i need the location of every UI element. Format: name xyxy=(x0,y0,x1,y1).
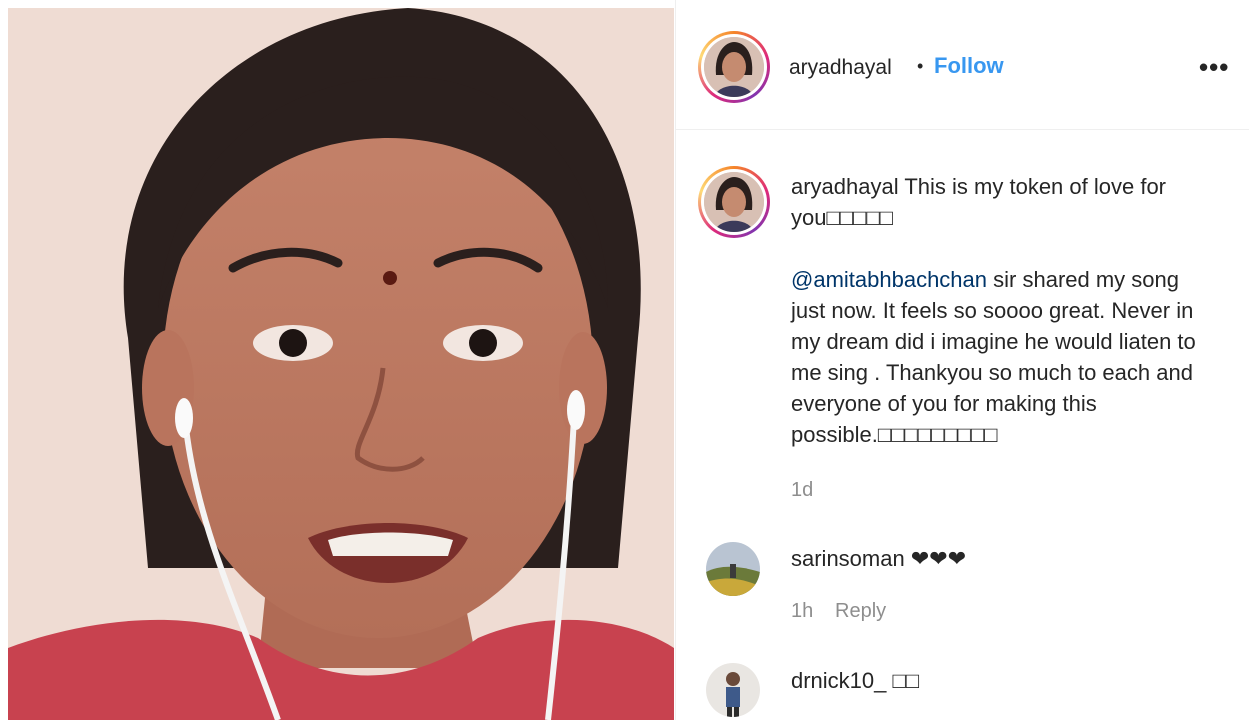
post-photo xyxy=(8,8,674,720)
caption-avatar-image xyxy=(704,172,764,232)
comment-timestamp[interactable]: 1h xyxy=(791,600,813,623)
author-username[interactable]: aryadhayal xyxy=(789,56,892,80)
caption-author-avatar[interactable] xyxy=(698,166,770,238)
post-media[interactable] xyxy=(8,8,674,720)
comment-text-row: drnick10_ □□ xyxy=(791,668,919,694)
post-caption: aryadhayal This is my token of love for … xyxy=(791,171,1211,450)
comment-avatar-image xyxy=(706,663,760,717)
post-header: aryadhayal • Follow ••• xyxy=(676,0,1249,130)
reply-button[interactable]: Reply xyxy=(835,600,886,623)
comment-text: ❤❤❤ xyxy=(910,546,967,571)
caption-text-line2: sir shared my song just now. It feels so… xyxy=(791,267,1196,447)
comment-avatar[interactable] xyxy=(706,542,760,596)
caption-username[interactable]: aryadhayal xyxy=(791,174,899,199)
author-avatar[interactable] xyxy=(698,31,770,103)
caption-timestamp[interactable]: 1d xyxy=(791,479,813,502)
caption-mention-link[interactable]: @amitabhbachchan xyxy=(791,267,987,292)
comment-username[interactable]: drnick10_ xyxy=(791,668,886,693)
follow-button[interactable]: Follow xyxy=(934,53,1004,79)
more-options-button[interactable]: ••• xyxy=(1199,52,1229,83)
comment-avatar[interactable] xyxy=(706,663,760,717)
comment-text-row: sarinsoman ❤❤❤ xyxy=(791,546,966,572)
comment-username[interactable]: sarinsoman xyxy=(791,546,905,571)
comment-avatar-image xyxy=(706,542,760,596)
author-avatar-image xyxy=(704,37,764,97)
post-side-panel: aryadhayal • Follow ••• aryadhayal This … xyxy=(675,0,1249,720)
comment-text: □□ xyxy=(892,668,920,693)
follow-separator: • xyxy=(917,56,924,76)
